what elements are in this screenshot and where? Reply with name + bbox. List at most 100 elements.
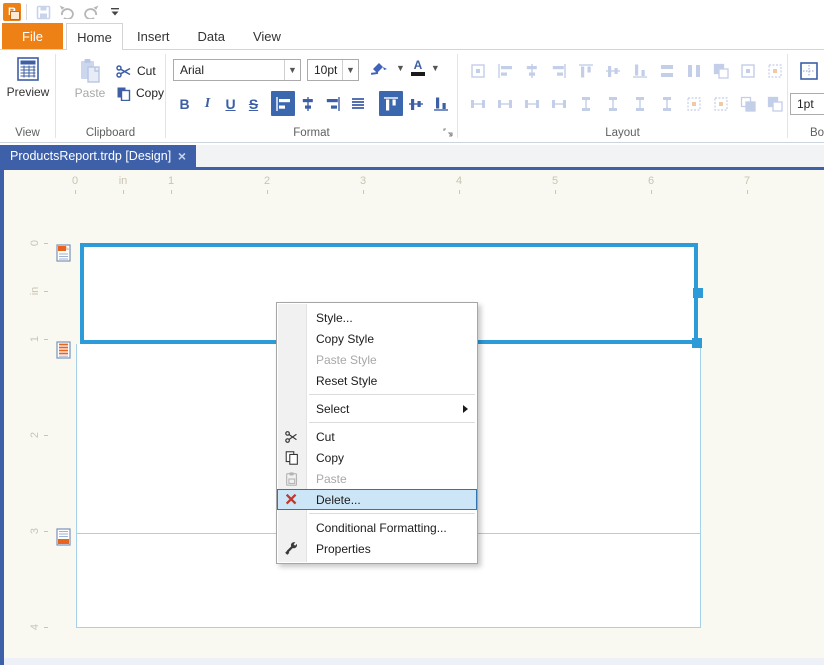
align-middle-button[interactable] bbox=[404, 91, 428, 116]
menu-item-properties[interactable]: Properties bbox=[277, 538, 477, 559]
font-size-combo[interactable]: 10pt ▼ bbox=[307, 59, 359, 81]
menu-item-paste[interactable]: Paste bbox=[277, 468, 477, 489]
h-ruler-label: 4 bbox=[456, 175, 462, 187]
font-name-combo[interactable]: Arial ▼ bbox=[173, 59, 301, 81]
bring-to-front-icon[interactable] bbox=[735, 91, 761, 116]
strikethrough-button[interactable]: S bbox=[242, 91, 265, 116]
send-to-back-icon[interactable] bbox=[762, 91, 788, 116]
align-justify-icon bbox=[349, 95, 367, 113]
v-ruler-tick bbox=[44, 531, 48, 532]
align-rights-icon[interactable] bbox=[546, 58, 572, 83]
preview-icon bbox=[15, 56, 41, 82]
font-color-icon[interactable]: A bbox=[411, 60, 425, 76]
align-center-button[interactable] bbox=[296, 91, 320, 116]
align-middles-icon[interactable] bbox=[600, 58, 626, 83]
tab-data[interactable]: Data bbox=[184, 23, 239, 49]
resize-handle-corner[interactable] bbox=[692, 338, 702, 348]
menu-item-select[interactable]: Select bbox=[277, 398, 477, 419]
align-justify-button[interactable] bbox=[346, 91, 370, 116]
align-left-button[interactable] bbox=[271, 91, 295, 116]
bottom-strip bbox=[4, 658, 824, 665]
bold-button[interactable]: B bbox=[173, 91, 196, 116]
paste-button[interactable]: Paste bbox=[70, 58, 110, 100]
document-tab[interactable]: ProductsReport.trdp [Design] × bbox=[0, 145, 196, 167]
detail-section-icon[interactable] bbox=[56, 341, 71, 359]
align-right-button[interactable] bbox=[321, 91, 345, 116]
undo-icon[interactable] bbox=[56, 2, 78, 22]
save-icon[interactable] bbox=[32, 2, 54, 22]
cut-button[interactable]: Cut bbox=[116, 61, 156, 81]
align-lefts-icon[interactable] bbox=[492, 58, 518, 83]
make-same-height-icon[interactable] bbox=[681, 58, 707, 83]
tab-file[interactable]: File bbox=[2, 23, 63, 49]
font-name-value: Arial bbox=[174, 60, 284, 80]
underline-button[interactable]: U bbox=[219, 91, 242, 116]
make-same-width-icon[interactable] bbox=[654, 58, 680, 83]
page-footer-section-icon[interactable] bbox=[56, 528, 71, 546]
center-in-section-icon[interactable] bbox=[762, 58, 788, 83]
equal-vertical-spacing-icon[interactable] bbox=[573, 91, 599, 116]
page-header-section-icon[interactable] bbox=[56, 244, 71, 262]
tab-view[interactable]: View bbox=[239, 23, 295, 49]
font-color-dropdown-icon[interactable]: ▼ bbox=[431, 63, 440, 73]
font-size-value: 10pt bbox=[308, 60, 342, 80]
menu-item-delete[interactable]: Delete... bbox=[277, 489, 477, 510]
center-horizontally-icon[interactable] bbox=[681, 91, 707, 116]
ribbon: Preview View Paste Cut Copy Clipboard bbox=[0, 50, 824, 143]
increase-horizontal-spacing-icon[interactable] bbox=[492, 91, 518, 116]
size-to-grid-icon[interactable] bbox=[735, 58, 761, 83]
snap-to-grid-icon[interactable] bbox=[465, 58, 491, 83]
increase-vertical-spacing-icon[interactable] bbox=[600, 91, 626, 116]
menu-item-copy[interactable]: Copy bbox=[277, 447, 477, 468]
menu-item-conditional-formatting[interactable]: Conditional Formatting... bbox=[277, 517, 477, 538]
remove-vertical-spacing-icon[interactable] bbox=[654, 91, 680, 116]
chevron-down-icon[interactable]: ▼ bbox=[284, 60, 300, 80]
align-bottom-icon bbox=[432, 95, 450, 113]
highlight-color-icon[interactable] bbox=[370, 60, 390, 76]
decrease-horizontal-spacing-icon[interactable] bbox=[519, 91, 545, 116]
menu-item-style[interactable]: Style... bbox=[277, 307, 477, 328]
close-document-icon[interactable]: × bbox=[178, 149, 186, 163]
align-centers-icon[interactable] bbox=[519, 58, 545, 83]
equal-horizontal-spacing-icon[interactable] bbox=[465, 91, 491, 116]
menu-item-reset-style[interactable]: Reset Style bbox=[277, 370, 477, 391]
h-ruler-label: 5 bbox=[552, 175, 558, 187]
v-ruler-label: 2 bbox=[29, 428, 41, 442]
border-width-combo[interactable]: 1pt bbox=[790, 93, 824, 115]
v-ruler-tick bbox=[44, 291, 48, 292]
decrease-vertical-spacing-icon[interactable] bbox=[627, 91, 653, 116]
highlight-color-dropdown-icon[interactable]: ▼ bbox=[396, 63, 405, 73]
preview-button[interactable]: Preview bbox=[8, 56, 48, 99]
borders-group-label: Bo bbox=[788, 127, 824, 139]
align-bottom-button[interactable] bbox=[429, 91, 453, 116]
align-tops-icon[interactable] bbox=[573, 58, 599, 83]
app-logo-icon[interactable]: R bbox=[3, 3, 21, 21]
align-top-button[interactable] bbox=[379, 91, 403, 116]
italic-button[interactable]: I bbox=[196, 91, 219, 116]
h-ruler-tick bbox=[363, 190, 364, 194]
tab-insert[interactable]: Insert bbox=[123, 23, 184, 49]
borders-icon[interactable] bbox=[796, 58, 822, 83]
menu-item-cut[interactable]: Cut bbox=[277, 426, 477, 447]
center-vertically-icon[interactable] bbox=[708, 91, 734, 116]
h-ruler-tick bbox=[75, 190, 76, 194]
menu-item-copy-style[interactable]: Copy Style bbox=[277, 328, 477, 349]
customize-quick-access-icon[interactable] bbox=[104, 2, 126, 22]
v-ruler-label: 0 bbox=[29, 236, 41, 250]
properties-icon bbox=[277, 541, 307, 557]
chevron-down-icon[interactable]: ▼ bbox=[342, 60, 358, 80]
align-center-icon bbox=[299, 95, 317, 113]
copy-button[interactable]: Copy bbox=[116, 83, 164, 103]
copy-icon bbox=[277, 450, 307, 466]
menu-separator bbox=[309, 394, 475, 395]
redo-icon[interactable] bbox=[80, 2, 102, 22]
h-ruler-tick bbox=[459, 190, 460, 194]
resize-handle-right[interactable] bbox=[693, 288, 703, 298]
layout-group-label: Layout bbox=[458, 127, 787, 139]
h-ruler-tick bbox=[267, 190, 268, 194]
align-bottoms-icon[interactable] bbox=[627, 58, 653, 83]
tab-home[interactable]: Home bbox=[66, 23, 123, 50]
menu-item-paste-style[interactable]: Paste Style bbox=[277, 349, 477, 370]
remove-horizontal-spacing-icon[interactable] bbox=[546, 91, 572, 116]
make-same-size-icon[interactable] bbox=[708, 58, 734, 83]
